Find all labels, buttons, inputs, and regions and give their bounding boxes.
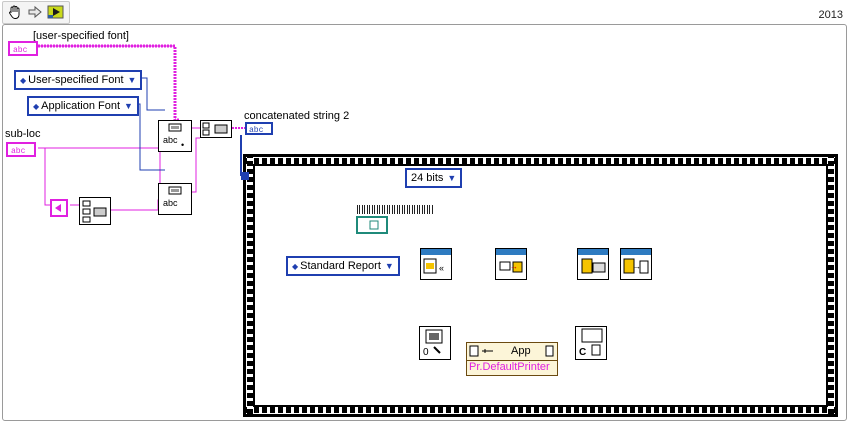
select-node[interactable] <box>79 197 111 225</box>
concatenated-string-indicator[interactable]: abc <box>245 122 273 135</box>
app-font-ring[interactable]: ◆ Application Font ▼ <box>27 96 139 116</box>
print-report-node[interactable] <box>577 248 609 280</box>
bits-ring[interactable]: 24 bits ▼ <box>405 168 463 188</box>
svg-text:•: • <box>181 140 184 150</box>
svg-text:«: « <box>439 263 444 273</box>
concatenate-node[interactable] <box>200 120 232 138</box>
close-reference-node[interactable]: C <box>575 326 607 360</box>
concatenated-string-label: concatenated string 2 <box>244 110 350 122</box>
svg-text:abc: abc <box>249 126 264 133</box>
path-constant-label <box>357 205 433 214</box>
path-constant[interactable] <box>356 216 388 234</box>
new-report-node[interactable]: « <box>420 248 452 280</box>
svg-text:C: C <box>579 347 586 358</box>
format-node-1[interactable]: abc • <box>158 120 192 152</box>
sub-loc-label: sub-loc <box>5 128 41 140</box>
append-image-node[interactable]: → <box>495 248 527 280</box>
bool-constant[interactable] <box>50 199 68 217</box>
format-node-2[interactable]: abc <box>158 183 192 215</box>
svg-text:0: 0 <box>423 347 429 358</box>
sequence-film-right <box>828 157 834 414</box>
user-font-ring[interactable]: ◆ User-specified Font ▼ <box>14 70 143 90</box>
sub-loc-control[interactable]: abc <box>6 142 36 157</box>
app-property-node[interactable]: App Pr.DefaultPrinter <box>466 342 558 376</box>
sequence-film-bottom <box>246 407 835 413</box>
app-property-header: App <box>467 343 557 361</box>
svg-text:abc: abc <box>163 198 178 208</box>
standard-report-ring[interactable]: ◆ Standard Report ▼ <box>286 256 400 276</box>
svg-text:→: → <box>510 262 518 271</box>
vi-server-reference-node[interactable]: 0 <box>419 326 451 360</box>
user-font-string-constant[interactable]: abc <box>8 41 38 56</box>
svg-text:abc: abc <box>163 135 178 145</box>
svg-text:abc: abc <box>13 46 28 54</box>
app-class-label: App <box>511 345 531 357</box>
dispose-report-node[interactable]: → <box>620 248 652 280</box>
svg-text:abc: abc <box>11 147 26 155</box>
sequence-tunnel[interactable] <box>241 172 249 180</box>
flat-sequence-structure[interactable] <box>243 154 838 417</box>
user-font-label: [user-specified font] <box>33 30 129 42</box>
default-printer-property[interactable]: Pr.DefaultPrinter <box>469 361 550 373</box>
